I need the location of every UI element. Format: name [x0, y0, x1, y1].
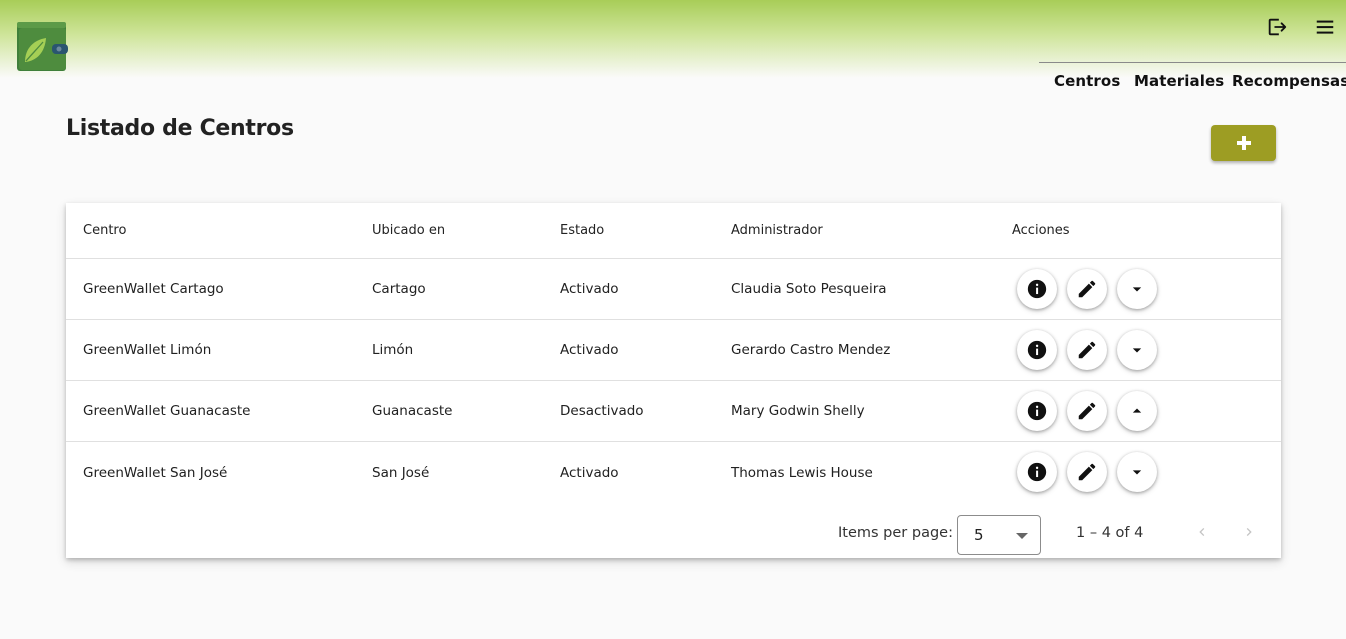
previous-page-button[interactable] — [1190, 520, 1214, 544]
table-row: GreenWallet Guanacaste Guanacaste Desact… — [66, 381, 1281, 442]
nav-centros[interactable]: Centros — [1054, 72, 1120, 90]
add-centro-button[interactable] — [1211, 125, 1276, 161]
nav-recompensas[interactable]: Recompensas — [1232, 72, 1346, 90]
cell-centro: GreenWallet San José — [83, 464, 228, 481]
nav-divider — [1039, 62, 1346, 63]
next-page-button[interactable] — [1237, 520, 1261, 544]
cell-administrador: Mary Godwin Shelly — [731, 403, 865, 419]
hamburger-menu-icon[interactable] — [1312, 14, 1338, 40]
edit-button[interactable] — [1067, 269, 1107, 309]
arrow-down-icon — [1132, 470, 1142, 475]
page-size-select[interactable]: 5 — [957, 515, 1041, 555]
toggle-status-button[interactable] — [1117, 391, 1157, 431]
info-button[interactable] — [1017, 269, 1057, 309]
info-button[interactable] — [1017, 452, 1057, 492]
wallet-leaf-logo[interactable] — [16, 22, 68, 72]
cell-ubicado: Limón — [372, 342, 414, 358]
cell-administrador: Claudia Soto Pesqueira — [731, 281, 887, 297]
nav-materiales[interactable]: Materiales — [1134, 72, 1224, 90]
cell-estado: Activado — [560, 342, 619, 358]
paginator: Items per page: 5 1 – 4 of 4 — [66, 508, 1281, 558]
edit-icon — [1078, 402, 1096, 420]
arrow-down-icon — [1132, 287, 1142, 292]
info-icon — [1027, 401, 1047, 421]
edit-icon — [1078, 463, 1096, 481]
page-range-label: 1 – 4 of 4 — [1076, 525, 1144, 541]
arrow-up-icon — [1132, 408, 1142, 413]
cell-estado: Activado — [560, 281, 619, 297]
toggle-status-button[interactable] — [1117, 269, 1157, 309]
edit-button[interactable] — [1067, 391, 1107, 431]
items-per-page-label: Items per page: — [838, 525, 953, 541]
toggle-status-button[interactable] — [1117, 330, 1157, 370]
table-header-row: Centro Ubicado en Estado Administrador A… — [66, 203, 1281, 259]
info-button[interactable] — [1017, 391, 1057, 431]
page-size-value: 5 — [974, 526, 984, 544]
cell-ubicado: Cartago — [372, 281, 426, 297]
info-icon — [1027, 279, 1047, 299]
info-icon — [1027, 340, 1047, 360]
arrow-down-icon — [1132, 348, 1142, 353]
cell-administrador: Thomas Lewis House — [731, 464, 873, 481]
cell-estado: Desactivado — [560, 403, 644, 419]
chevron-left-icon — [1199, 528, 1205, 536]
chevron-right-icon — [1246, 528, 1252, 536]
cell-ubicado: San José — [372, 464, 430, 481]
column-header-acciones: Acciones — [1012, 223, 1070, 238]
edit-button[interactable] — [1067, 330, 1107, 370]
edit-icon — [1078, 280, 1096, 298]
cell-centro: GreenWallet Guanacaste — [83, 403, 251, 419]
info-button[interactable] — [1017, 330, 1057, 370]
column-header-ubicado[interactable]: Ubicado en — [372, 203, 445, 258]
cell-ubicado: Guanacaste — [372, 403, 453, 419]
table-row: GreenWallet Limón Limón Activado Gerardo… — [66, 320, 1281, 381]
cell-administrador: Gerardo Castro Mendez — [731, 342, 891, 358]
cell-centro: GreenWallet Limón — [83, 342, 212, 358]
top-bar — [0, 0, 1346, 78]
logout-icon[interactable] — [1264, 14, 1290, 40]
page-title: Listado de Centros — [66, 116, 294, 141]
column-header-estado[interactable]: Estado — [560, 203, 604, 258]
toggle-status-button[interactable] — [1117, 452, 1157, 492]
cell-centro: GreenWallet Cartago — [83, 281, 224, 297]
edit-icon — [1078, 341, 1096, 359]
info-icon — [1027, 462, 1047, 482]
table-row: GreenWallet San José San José Activado T… — [66, 442, 1281, 503]
table-row: GreenWallet Cartago Cartago Activado Cla… — [66, 259, 1281, 320]
edit-button[interactable] — [1067, 452, 1107, 492]
column-header-centro[interactable]: Centro — [83, 203, 126, 258]
centros-table: Centro Ubicado en Estado Administrador A… — [66, 203, 1281, 558]
column-header-administrador[interactable]: Administrador — [731, 203, 823, 258]
cell-estado: Activado — [560, 464, 619, 481]
plus-icon — [1236, 136, 1251, 150]
chevron-down-icon — [1016, 533, 1028, 539]
